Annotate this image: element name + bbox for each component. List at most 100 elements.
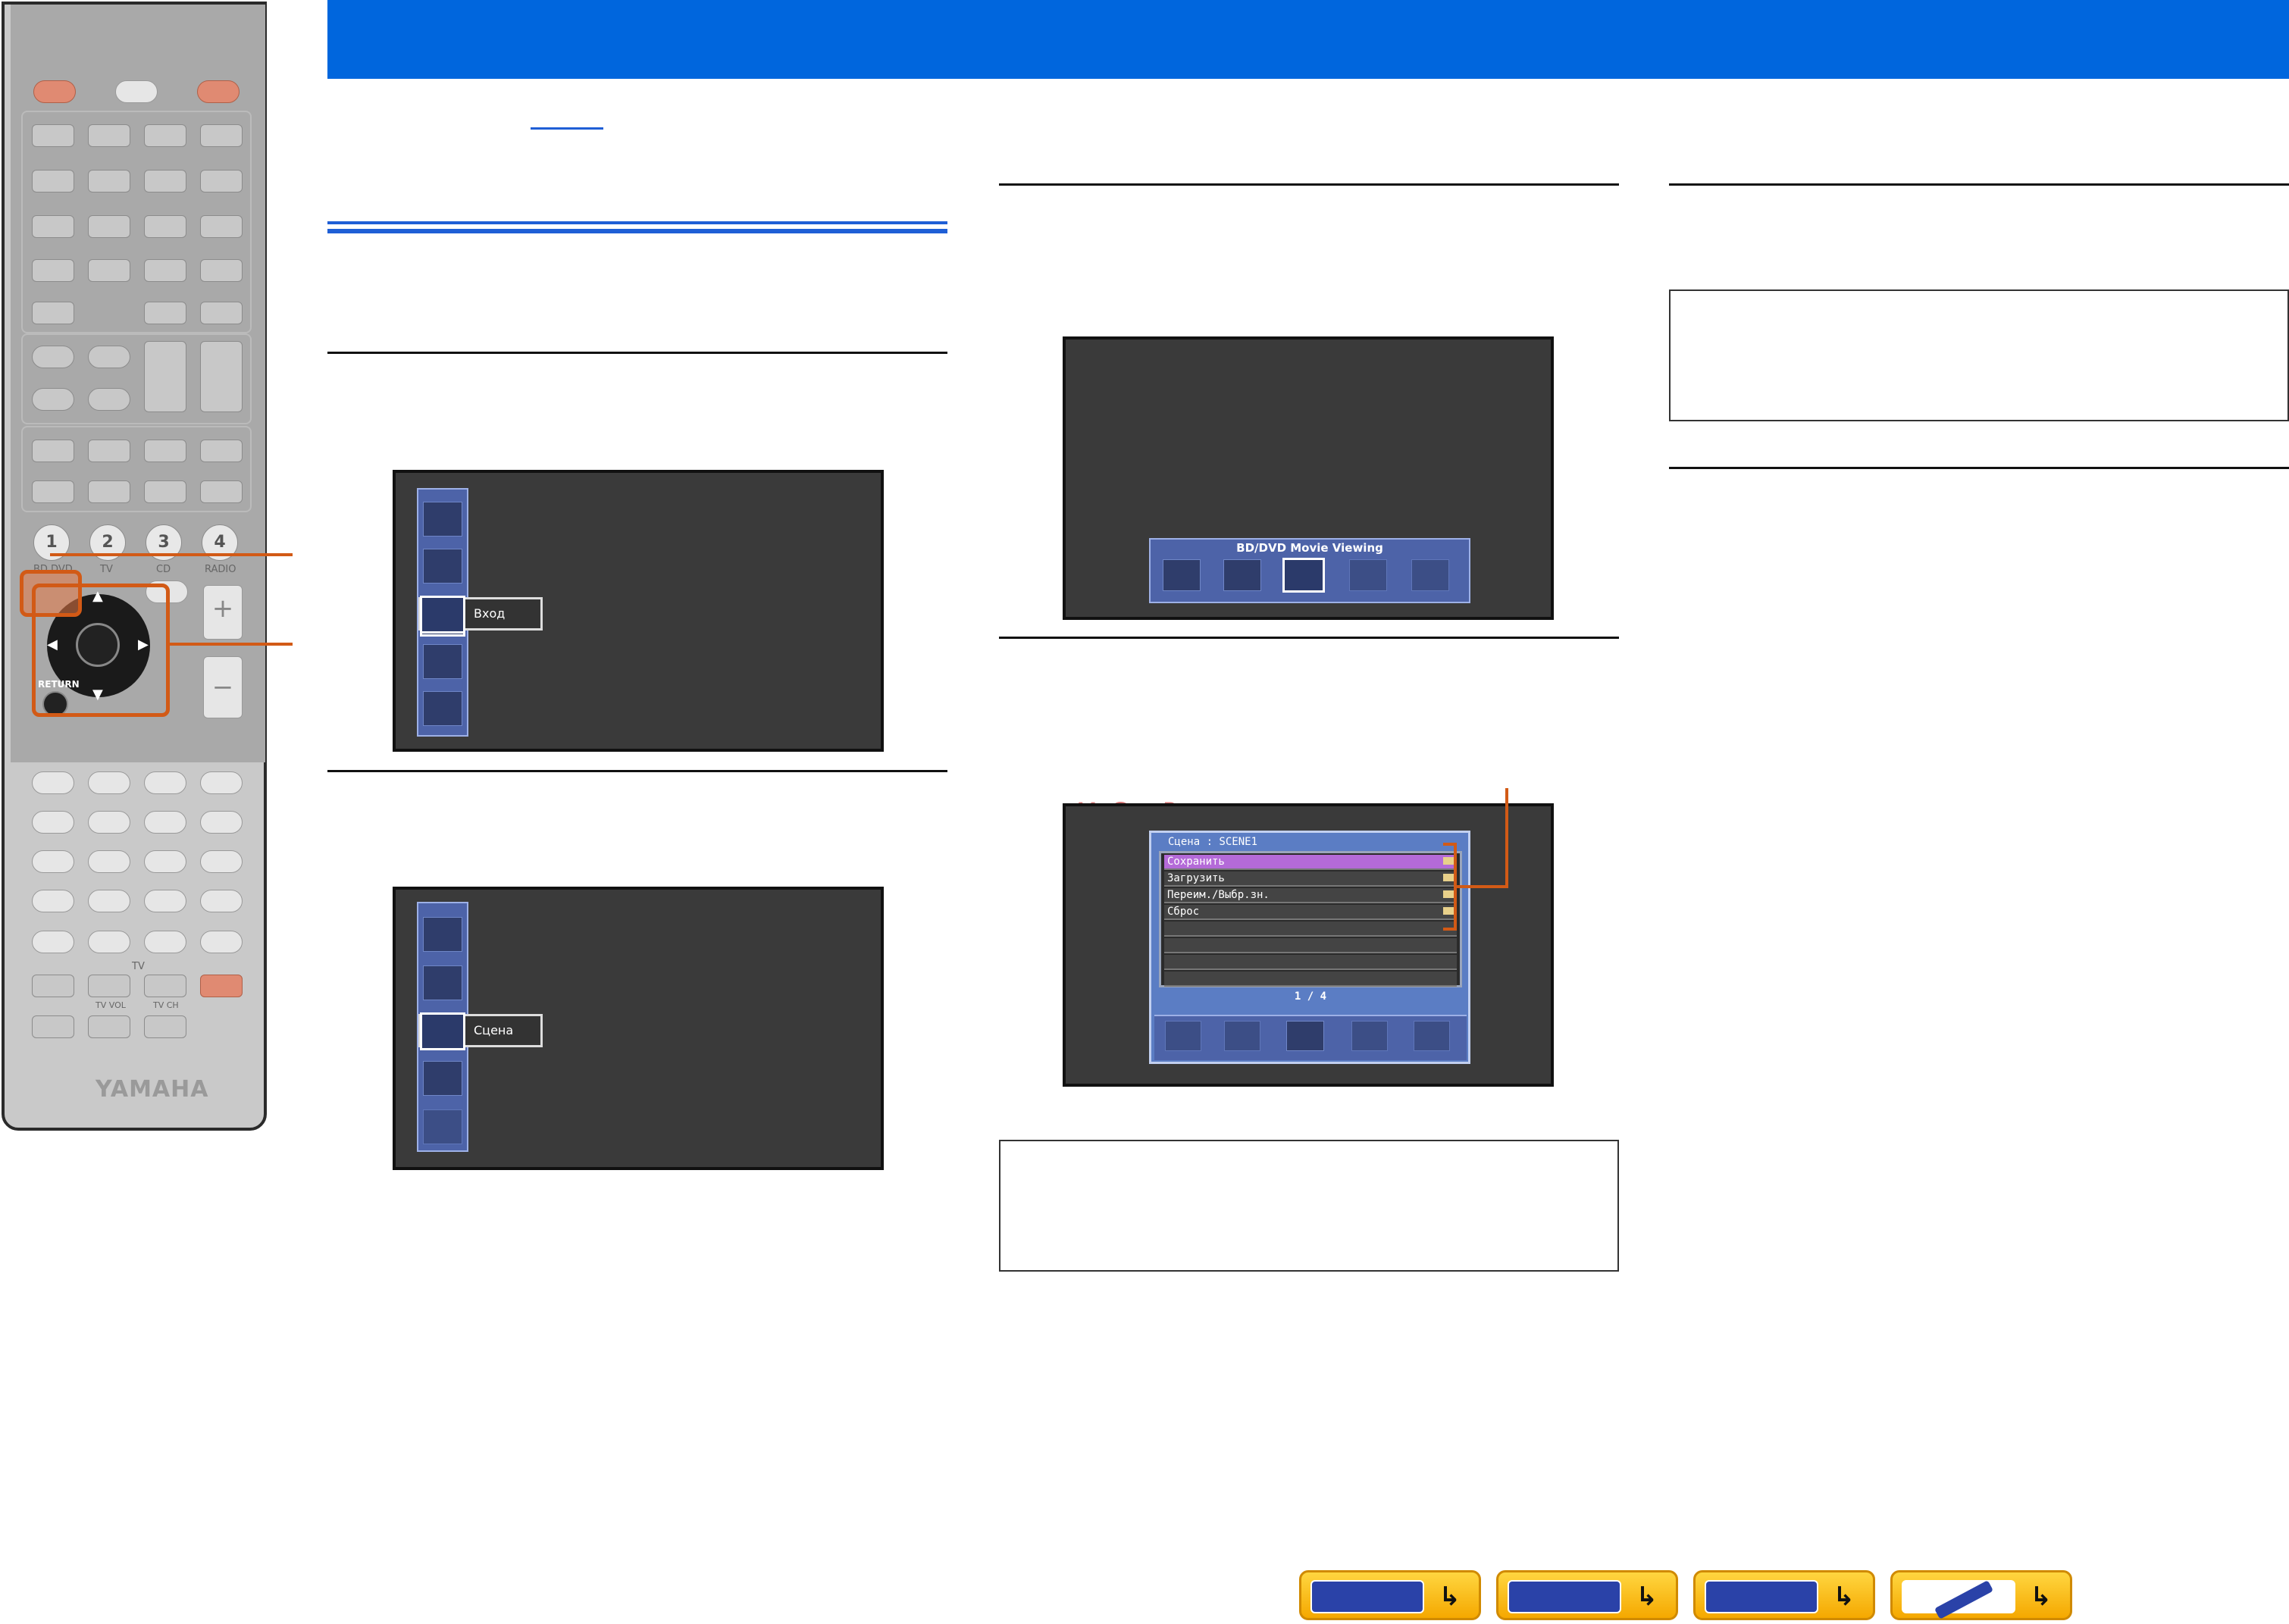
page-link[interactable] <box>531 127 603 130</box>
control-key[interactable] <box>88 388 130 411</box>
movie-icon <box>1286 1021 1324 1051</box>
playback-key[interactable] <box>32 771 74 794</box>
nav-button-rear-panel[interactable]: ↳ <box>1496 1570 1678 1620</box>
section-rule <box>327 229 947 233</box>
input-key[interactable] <box>88 259 130 282</box>
menu-item-empty <box>1164 922 1457 937</box>
play-button[interactable] <box>200 771 243 794</box>
sound-key[interactable] <box>200 480 243 503</box>
rewind-button[interactable] <box>32 811 74 834</box>
menu-item-rename[interactable]: Переим./Выбр.зн. <box>1164 888 1457 903</box>
control-key[interactable] <box>88 346 130 368</box>
scene-menu-list: Сохранить Загрузить Переим./Выбр.зн. Сбр… <box>1159 851 1462 987</box>
rear-panel-icon <box>1508 1580 1621 1613</box>
disc-icon <box>1411 559 1449 591</box>
menu-item-load[interactable]: Загрузить <box>1164 871 1457 887</box>
function-key[interactable] <box>200 890 243 912</box>
nav-button-front-panel[interactable]: ↳ <box>1299 1570 1481 1620</box>
tv-input-button[interactable] <box>32 975 74 997</box>
input-key[interactable] <box>200 215 243 238</box>
page-up-button[interactable] <box>200 341 243 412</box>
tv-key[interactable] <box>32 1015 74 1038</box>
fast-forward-button[interactable] <box>88 811 130 834</box>
tv-screen-input: Вход <box>393 470 884 752</box>
volume-down-button[interactable]: − <box>203 656 243 718</box>
input-key[interactable] <box>88 124 130 147</box>
remote-control: 1 2 3 4 BD DVD TV CD RADIO + − ▲ ▼ ◀ ▶ R… <box>0 0 270 1137</box>
skip-forward-button[interactable] <box>200 811 243 834</box>
tv-ch-down-button[interactable] <box>144 1015 186 1038</box>
connections-icon <box>1705 1580 1818 1613</box>
function-key[interactable] <box>88 890 130 912</box>
input-key[interactable] <box>144 215 186 238</box>
movie-icon <box>1282 558 1325 593</box>
tv-ch-up-button[interactable] <box>144 975 186 997</box>
scene-2-icon <box>1223 559 1261 591</box>
scene-1-icon <box>1163 559 1201 591</box>
control-key[interactable] <box>32 346 74 368</box>
function-key[interactable] <box>144 931 186 953</box>
disc-icon <box>1414 1021 1450 1051</box>
tv-power-button[interactable] <box>200 975 243 997</box>
input-key[interactable] <box>200 124 243 147</box>
function-key[interactable] <box>32 890 74 912</box>
input-key[interactable] <box>32 170 74 192</box>
highlight-cursor-pad <box>32 584 170 717</box>
input-key[interactable] <box>32 215 74 238</box>
menu-item-label: Сохранить <box>1167 856 1225 868</box>
input-key[interactable] <box>32 302 74 324</box>
power-button-center[interactable] <box>115 80 158 103</box>
tv-label: TV <box>132 961 145 972</box>
input-icon-highlight <box>420 596 465 634</box>
input-key[interactable] <box>144 124 186 147</box>
sound-key[interactable] <box>88 480 130 503</box>
sound-key[interactable] <box>32 480 74 503</box>
skip-back-button[interactable] <box>144 811 186 834</box>
pause-button[interactable] <box>144 771 186 794</box>
sound-key[interactable] <box>144 480 186 503</box>
function-key[interactable] <box>32 931 74 953</box>
function-key[interactable] <box>88 931 130 953</box>
nav-button-connections[interactable]: ↳ <box>1693 1570 1875 1620</box>
input-key[interactable] <box>32 124 74 147</box>
sound-key[interactable] <box>88 440 130 462</box>
nav-button-remote[interactable]: ↳ <box>1890 1570 2072 1620</box>
tv-vol-down-button[interactable] <box>88 1015 130 1038</box>
input-key[interactable] <box>88 170 130 192</box>
menu-item-reset[interactable]: Сброс <box>1164 905 1457 920</box>
function-key[interactable] <box>32 850 74 873</box>
input-key[interactable] <box>200 259 243 282</box>
input-key[interactable] <box>32 259 74 282</box>
input-key[interactable] <box>144 302 186 324</box>
page-header-banner <box>327 0 2289 79</box>
section-rule <box>327 221 947 224</box>
function-key[interactable] <box>88 850 130 873</box>
sound-key[interactable] <box>144 440 186 462</box>
input-key[interactable] <box>88 215 130 238</box>
tv-vol-up-button[interactable] <box>88 975 130 997</box>
sound-key[interactable] <box>32 440 74 462</box>
scene-2-icon <box>1224 1021 1260 1051</box>
function-key[interactable] <box>144 890 186 912</box>
menu-item-save[interactable]: Сохранить <box>1164 855 1457 870</box>
power-button-left[interactable] <box>33 80 76 103</box>
power-button-right[interactable] <box>197 80 240 103</box>
stop-button[interactable] <box>88 771 130 794</box>
sound-icon <box>423 644 462 679</box>
tv-screen-scene: Сцена <box>393 887 884 1170</box>
input-key[interactable] <box>144 170 186 192</box>
tv-screen-scene-bar: BD/DVD Movie Viewing <box>1063 336 1554 620</box>
input-key[interactable] <box>144 259 186 282</box>
step-rule <box>999 183 1619 186</box>
volume-up-button[interactable]: + <box>203 585 243 640</box>
function-key[interactable] <box>200 931 243 953</box>
function-key[interactable] <box>200 850 243 873</box>
remote-body: 1 2 3 4 BD DVD TV CD RADIO + − ▲ ▼ ◀ ▶ R… <box>2 2 267 1131</box>
function-key[interactable] <box>144 850 186 873</box>
up-button[interactable] <box>144 341 186 412</box>
input-key[interactable] <box>200 170 243 192</box>
menu-item-empty <box>1164 938 1457 953</box>
control-key[interactable] <box>32 388 74 411</box>
input-key[interactable] <box>200 302 243 324</box>
sound-key[interactable] <box>200 440 243 462</box>
